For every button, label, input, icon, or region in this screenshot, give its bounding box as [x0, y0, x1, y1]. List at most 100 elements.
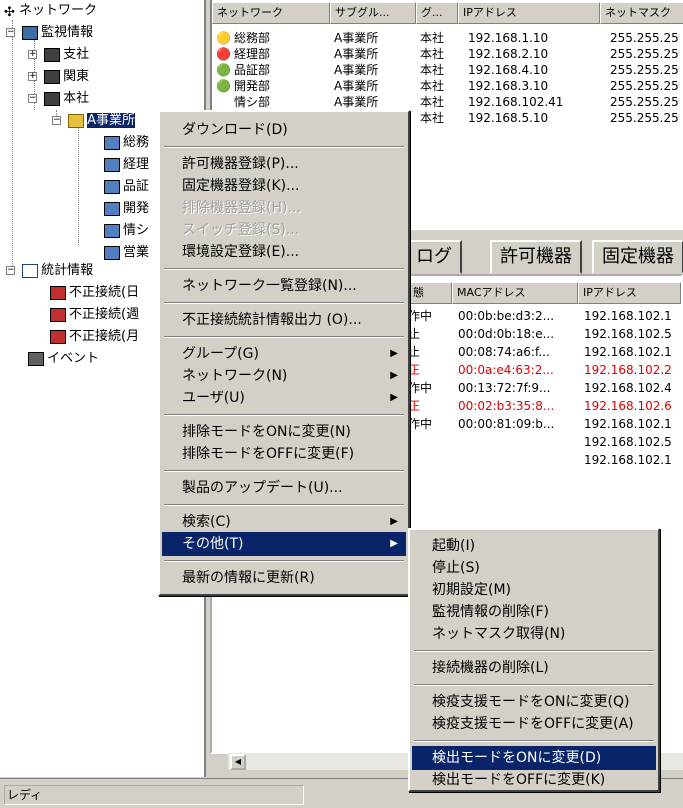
- tree-child-label: 経理: [123, 157, 150, 172]
- tab-fixed[interactable]: 固定機器: [592, 240, 683, 274]
- menu-update[interactable]: 製品のアップデート(U)...: [162, 476, 406, 500]
- network-status-icon: 🟢: [216, 63, 231, 77]
- tree-monitor[interactable]: − 監視情報: [6, 24, 93, 42]
- tree-stat-label: 不正接続(週: [69, 307, 140, 322]
- cell-mac: 00:00:81:09:b...: [458, 417, 555, 431]
- submenu-del-conn[interactable]: 接続機器の削除(L): [412, 656, 656, 680]
- table-row[interactable]: 情シ部 A事業所 本社 192.168.102.41 255.255.25: [216, 94, 683, 110]
- menu-user[interactable]: ユーザ(U) ▶: [162, 386, 406, 410]
- tree-head[interactable]: − 本社: [28, 90, 89, 108]
- tree-child[interactable]: 営業: [104, 244, 149, 262]
- tree-a-office[interactable]: − A事業所: [52, 112, 136, 130]
- table-row[interactable]: 🟢 開発部 A事業所 本社 192.168.3.10 255.255.25: [216, 78, 683, 94]
- cell-mac: 00:08:74:a6:f...: [458, 345, 550, 359]
- column-header[interactable]: 態: [408, 282, 452, 304]
- column-header[interactable]: IPアドレス: [458, 2, 600, 24]
- submenu-start[interactable]: 起動(I): [412, 534, 656, 558]
- cell-grp: 本社: [420, 111, 445, 125]
- menu-separator: [414, 650, 654, 652]
- scroll-left-icon[interactable]: ◀: [230, 754, 246, 770]
- menu-separator: [164, 470, 404, 472]
- building-icon: [44, 47, 61, 62]
- tree-a-office-label: A事業所: [87, 113, 136, 128]
- submenu-detect-off[interactable]: 検出モードをOFFに変更(K): [412, 768, 656, 792]
- submenu-quarantine-off[interactable]: 検疫支援モードをOFFに変更(A): [412, 712, 656, 736]
- menu-exclude-on[interactable]: 排除モードをONに変更(N): [162, 420, 406, 444]
- monitor-icon: [104, 201, 120, 216]
- cell-mask: 255.255.25: [610, 47, 679, 61]
- submenu-arrow-icon: ▶: [390, 516, 398, 527]
- tree-branch1[interactable]: + 支社: [28, 46, 89, 64]
- column-header[interactable]: グ...: [416, 2, 458, 24]
- column-header[interactable]: IPアドレス: [578, 282, 681, 304]
- table-row[interactable]: 🔴 経理部 A事業所 本社 192.168.2.10 255.255.25: [216, 46, 683, 62]
- tree-child-label: 品証: [123, 179, 150, 194]
- collapse-icon[interactable]: −: [6, 266, 15, 275]
- table-row[interactable]: 作中 00:00:81:09:b... 192.168.102.1: [408, 416, 672, 432]
- monitor-icon: [104, 157, 120, 172]
- report-icon: [50, 329, 66, 344]
- collapse-icon[interactable]: −: [28, 94, 37, 103]
- cell-mask: 255.255.25: [610, 111, 679, 125]
- collapse-icon[interactable]: −: [6, 28, 15, 37]
- tree-branch1-label: 支社: [63, 47, 90, 62]
- menu-separator: [164, 336, 404, 338]
- submenu-del-monitor[interactable]: 監視情報の削除(F): [412, 600, 656, 624]
- cell-name: 総務部: [234, 31, 271, 45]
- collapse-icon[interactable]: −: [52, 116, 61, 125]
- menu-permit-reg[interactable]: 許可機器登録(P)...: [162, 152, 406, 176]
- menu-network[interactable]: ネットワーク(N) ▶: [162, 364, 406, 388]
- menu-separator: [164, 146, 404, 148]
- tree-child[interactable]: 経理: [104, 156, 149, 174]
- tree-event[interactable]: イベント: [28, 350, 99, 368]
- table-row[interactable]: 作中 00:0b:be:d3:2... 192.168.102.1: [408, 308, 672, 324]
- table-row[interactable]: 🟡 総務部 A事業所 本社 192.168.1.10 255.255.25: [216, 30, 683, 46]
- submenu-netmask[interactable]: ネットマスク取得(N): [412, 622, 656, 646]
- menu-other[interactable]: その他(T) ▶: [162, 532, 406, 556]
- cell-ip: 192.168.1.10: [468, 31, 549, 45]
- menu-download[interactable]: ダウンロード(D): [162, 118, 406, 142]
- cell-status: 作中: [408, 309, 433, 323]
- table-row[interactable]: 作中 00:13:72:7f:9... 192.168.102.4: [408, 380, 672, 396]
- tab-log[interactable]: ログ: [406, 240, 462, 274]
- tree-child[interactable]: 総務: [104, 134, 149, 152]
- submenu-init[interactable]: 初期設定(M): [412, 578, 656, 602]
- menu-label: 検索(C): [182, 514, 231, 530]
- report-icon: [50, 285, 66, 300]
- expand-icon[interactable]: +: [28, 50, 37, 59]
- menu-separator: [164, 504, 404, 506]
- menu-search[interactable]: 検索(C) ▶: [162, 510, 406, 534]
- network-status-icon: 🟡: [216, 31, 231, 45]
- menu-stats-out[interactable]: 不正接続統計情報出力 (O)...: [162, 308, 406, 332]
- column-header[interactable]: ネットマスク: [600, 2, 683, 24]
- menu-env-reg[interactable]: 環境設定登録(E)...: [162, 240, 406, 264]
- column-header[interactable]: ネットワーク: [212, 2, 330, 24]
- tree-child[interactable]: 情シ: [104, 222, 149, 240]
- tree-stat-item[interactable]: 不正接続(月: [50, 328, 139, 346]
- submenu-arrow-icon: ▶: [390, 392, 398, 403]
- column-header[interactable]: サブグル...: [330, 2, 416, 24]
- monitor-icon: [104, 245, 120, 260]
- tree-root[interactable]: ✣ ネットワーク: [4, 2, 97, 20]
- menu-exclude-reg: 排除機器登録(H)...: [182, 200, 301, 216]
- tree-stats[interactable]: − 統計情報: [6, 262, 93, 280]
- expand-icon[interactable]: +: [28, 72, 37, 81]
- menu-netlist-reg[interactable]: ネットワーク一覧登録(N)...: [162, 274, 406, 298]
- tree-branch2[interactable]: + 関東: [28, 68, 89, 86]
- menu-exclude-off[interactable]: 排除モードをOFFに変更(F): [162, 442, 406, 466]
- tree-stat-item[interactable]: 不正接続(日: [50, 284, 139, 302]
- status-text: レディ: [4, 785, 304, 805]
- menu-group[interactable]: グループ(G) ▶: [162, 342, 406, 366]
- cell-sub: A事業所: [334, 47, 379, 61]
- tab-permitted[interactable]: 許可機器: [490, 240, 582, 274]
- tree-child[interactable]: 品証: [104, 178, 149, 196]
- submenu-detect-on[interactable]: 検出モードをONに変更(D): [412, 746, 656, 770]
- tree-child[interactable]: 開発: [104, 200, 149, 218]
- table-row[interactable]: 🟢 品証部 A事業所 本社 192.168.4.10 255.255.25: [216, 62, 683, 78]
- submenu-stop[interactable]: 停止(S): [412, 556, 656, 580]
- tree-stat-item[interactable]: 不正接続(週: [50, 306, 139, 324]
- column-header[interactable]: MACアドレス: [452, 282, 578, 304]
- submenu-quarantine-on[interactable]: 検疫支援モードをONに変更(Q): [412, 690, 656, 714]
- menu-fixed-reg[interactable]: 固定機器登録(K)...: [162, 174, 406, 198]
- menu-refresh[interactable]: 最新の情報に更新(R): [162, 566, 406, 590]
